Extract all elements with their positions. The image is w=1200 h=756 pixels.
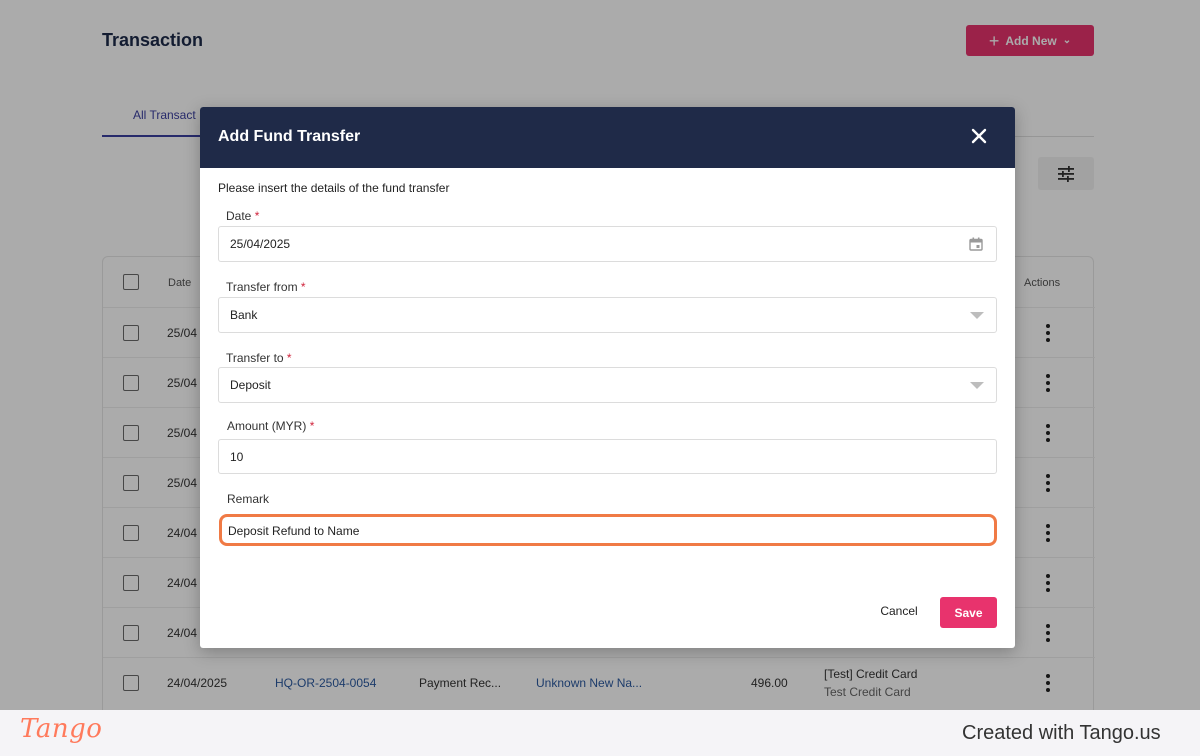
tango-logo: Tango xyxy=(20,714,103,744)
amount-label: Amount (MYR) * xyxy=(227,419,315,433)
transfer-to-select[interactable]: Deposit xyxy=(218,367,997,403)
save-button[interactable]: Save xyxy=(940,597,997,628)
created-with-tango: Created with Tango.us xyxy=(962,722,1161,744)
dialog-instructions: Please insert the details of the fund tr… xyxy=(218,181,450,195)
close-icon[interactable] xyxy=(970,127,988,145)
amount-field[interactable]: 10 xyxy=(218,439,997,474)
date-value: 25/04/2025 xyxy=(230,237,291,251)
transfer-from-select[interactable]: Bank xyxy=(218,297,997,333)
transfer-from-label: Transfer from * xyxy=(226,280,306,294)
calendar-icon[interactable] xyxy=(969,237,983,251)
remark-label: Remark xyxy=(227,492,270,506)
dialog-header: Add Fund Transfer xyxy=(200,107,1015,168)
date-label: Date * xyxy=(226,209,260,223)
transfer-to-value: Deposit xyxy=(230,378,271,392)
date-field[interactable]: 25/04/2025 xyxy=(218,226,997,262)
transfer-from-value: Bank xyxy=(230,308,258,322)
dropdown-arrow-icon xyxy=(970,312,984,319)
add-fund-transfer-dialog: Add Fund Transfer Please insert the deta… xyxy=(200,107,1015,648)
cancel-button[interactable]: Cancel xyxy=(870,604,928,622)
dialog-title: Add Fund Transfer xyxy=(218,128,361,145)
remark-field[interactable]: Deposit Refund to Name xyxy=(219,514,997,546)
dropdown-arrow-icon xyxy=(970,382,984,389)
amount-value: 10 xyxy=(230,450,244,464)
transfer-to-label: Transfer to * xyxy=(226,351,292,365)
remark-value: Deposit Refund to Name xyxy=(228,524,360,538)
